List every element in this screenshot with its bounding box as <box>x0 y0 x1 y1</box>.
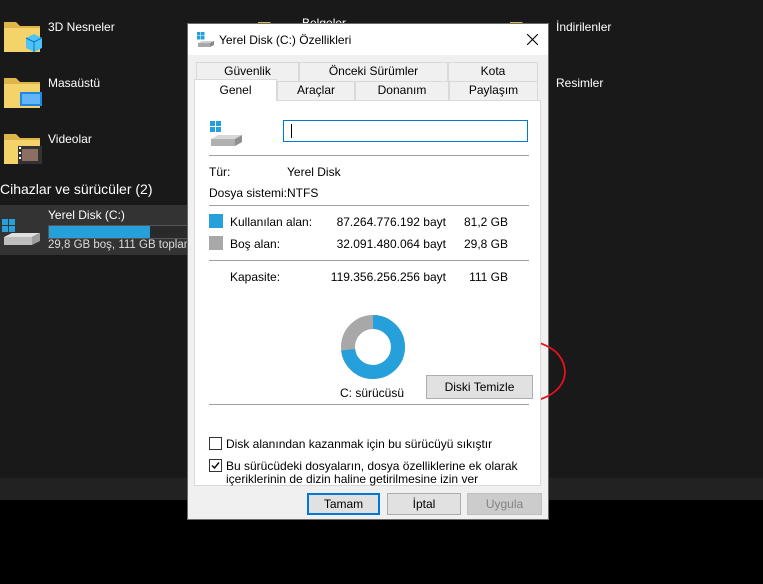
drive-free-text: 29,8 GB boş, 111 GB toplam <box>48 239 188 251</box>
cancel-button[interactable]: İptal <box>387 493 461 515</box>
drive-usage-fill <box>49 226 150 238</box>
folder-label: Videolar <box>48 132 92 146</box>
close-button[interactable] <box>516 24 548 55</box>
disk-usage-donut <box>341 315 405 379</box>
disk-cleanup-button[interactable]: Diski Temizle <box>426 375 533 399</box>
drive-tile-c[interactable]: Yerel Disk (C:) 29,8 GB boş, 111 GB topl… <box>0 205 190 255</box>
capacity-gb: 111 GB <box>469 270 508 284</box>
tab-previous-versions[interactable]: Önceki Sürümler <box>299 62 448 81</box>
compress-checkbox[interactable] <box>209 437 222 450</box>
drive-name-input[interactable] <box>283 120 528 142</box>
ok-button[interactable]: Tamam <box>307 493 380 515</box>
capacity-label: Kapasite: <box>230 270 281 284</box>
compress-label: Disk alanından kazanmak için bu sürücüyü… <box>226 437 493 451</box>
index-label-line1: Bu sürücüdeki dosyaların, dosya özellikl… <box>226 459 518 473</box>
section-header-devices[interactable]: Cihazlar ve sürücüler (2) <box>0 181 153 197</box>
apply-button: Uygula <box>467 493 542 515</box>
tab-panel-general: Tür: Yerel Disk Dosya sistemi: NTFS Kull… <box>194 100 541 486</box>
tab-general[interactable]: Genel <box>194 79 277 101</box>
folder-label: İndirilenler <box>556 20 612 34</box>
type-value: Yerel Disk <box>287 165 341 179</box>
dialog-title: Yerel Disk (C:) Özellikleri <box>219 33 352 47</box>
folder-label: Masaüstü <box>48 76 101 90</box>
folder-videos[interactable]: Videolar <box>0 116 180 176</box>
separator <box>209 260 529 261</box>
tab-quota[interactable]: Kota <box>448 62 538 81</box>
used-space-gb: 81,2 GB <box>463 215 508 229</box>
checkmark-icon <box>211 462 220 470</box>
close-icon <box>526 34 538 45</box>
used-space-bytes: 87.264.776.192 bayt <box>336 215 446 229</box>
file-system-label: Dosya sistemi: <box>209 186 288 200</box>
folder-label: Resimler <box>556 76 604 90</box>
hard-drive-icon <box>2 219 40 245</box>
type-label: Tür: <box>209 165 231 179</box>
properties-dialog: Yerel Disk (C:) Özellikleri Güvenlik Önc… <box>187 23 549 520</box>
used-space-label: Kullanılan alan: <box>230 215 313 229</box>
tab-sharing[interactable]: Paylaşım <box>449 81 538 100</box>
folder-3d-objects[interactable]: 3D Nesneler <box>0 0 180 60</box>
folder-label: 3D Nesneler <box>48 20 115 34</box>
separator <box>209 205 529 206</box>
separator <box>209 404 529 405</box>
folder-desktop-icon <box>4 78 42 108</box>
folder-videos-icon <box>4 134 42 164</box>
free-space-gb: 29,8 GB <box>463 237 508 251</box>
free-space-bytes: 32.091.480.064 bayt <box>336 237 446 251</box>
tab-tools[interactable]: Araçlar <box>277 81 355 100</box>
file-system-value: NTFS <box>287 186 319 200</box>
folder-desktop[interactable]: Masaüstü <box>0 60 180 116</box>
used-space-swatch <box>209 214 223 228</box>
capacity-bytes: 119.356.256.256 bayt <box>330 270 446 284</box>
text-caret <box>291 124 292 138</box>
hard-drive-icon <box>210 121 242 146</box>
free-space-swatch <box>209 236 223 250</box>
index-checkbox[interactable] <box>209 459 222 472</box>
index-label-line2: içeriklerinin de dizin haline getirilmes… <box>226 472 479 486</box>
drive-name: Yerel Disk (C:) <box>48 208 125 222</box>
drive-usage-bar <box>48 225 188 239</box>
drive-title-icon <box>197 32 214 47</box>
drive-caption: C: sürücüsü <box>340 386 405 400</box>
free-space-label: Boş alan: <box>230 237 281 251</box>
title-bar[interactable]: Yerel Disk (C:) Özellikleri <box>188 24 548 55</box>
folder-3d-objects-icon <box>4 22 42 52</box>
separator <box>209 155 529 156</box>
tab-hardware[interactable]: Donanım <box>355 81 449 100</box>
